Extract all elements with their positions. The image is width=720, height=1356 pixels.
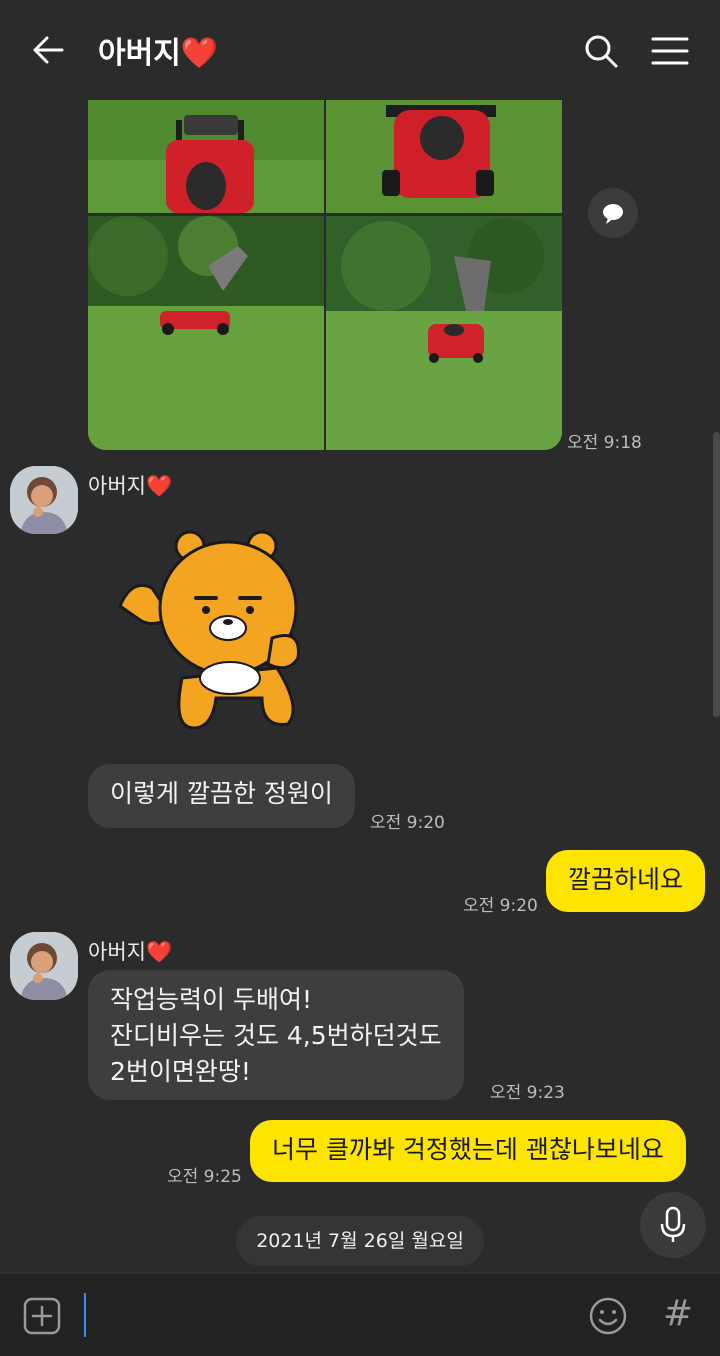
- photo-lawnmower-1[interactable]: [88, 100, 324, 213]
- avatar[interactable]: [10, 466, 78, 534]
- input-bar: #: [0, 1274, 720, 1356]
- search-button[interactable]: [582, 32, 620, 70]
- speech-bubble-icon: [603, 204, 623, 224]
- share-button[interactable]: [588, 188, 638, 238]
- message-text: 이렇게 깔끔한 정원이: [110, 779, 333, 808]
- heart-icon: ❤️: [145, 474, 173, 498]
- sender-name-text: 아버지: [88, 474, 146, 498]
- microphone-icon: [660, 1206, 686, 1242]
- message-timestamp: 오전 9:20: [463, 896, 538, 916]
- hashtag-button[interactable]: #: [660, 1294, 696, 1334]
- outgoing-message[interactable]: 너무 클까봐 걱정했는데 괜찮나보네요: [250, 1120, 686, 1182]
- sender-name: 아버지❤️: [88, 936, 172, 966]
- date-divider: 2021년 7월 26일 월요일: [236, 1216, 484, 1266]
- smiley-icon: [589, 1297, 627, 1335]
- chat-title-text: 아버지: [98, 36, 181, 71]
- message-timestamp: 오전 9:25: [167, 1167, 242, 1187]
- voice-button[interactable]: [640, 1192, 706, 1258]
- attach-button[interactable]: [22, 1296, 62, 1336]
- message-text-line: 잔디비우는 것도 4,5번하던것도: [110, 1021, 442, 1050]
- scrollbar[interactable]: [713, 432, 720, 717]
- heart-icon: ❤️: [180, 36, 219, 71]
- text-cursor: [84, 1293, 86, 1337]
- sender-name: 아버지❤️: [88, 470, 172, 500]
- incoming-message[interactable]: 이렇게 깔끔한 정원이: [88, 764, 355, 828]
- message-timestamp: 오전 9:23: [490, 1083, 565, 1103]
- plus-square-icon: [23, 1297, 61, 1335]
- message-text: 깔끔하네요: [568, 865, 684, 894]
- message-text-line: 작업능력이 두배여!: [110, 985, 312, 1014]
- photo-lawnmower-3[interactable]: [88, 216, 324, 450]
- ryan-bear-sticker[interactable]: [112, 528, 312, 738]
- search-icon: [585, 35, 618, 68]
- avatar[interactable]: [10, 932, 78, 1000]
- arrow-left-icon: [33, 36, 64, 64]
- message-text-line: 2번이면완땅!: [110, 1057, 251, 1086]
- chat-header: 아버지❤️: [0, 0, 720, 100]
- menu-button[interactable]: [650, 32, 690, 70]
- chat-title: 아버지❤️: [98, 28, 218, 72]
- photo-lawnmower-4[interactable]: [326, 216, 562, 450]
- photo-lawnmower-2[interactable]: [326, 100, 562, 213]
- message-timestamp: 오전 9:20: [370, 813, 445, 833]
- sender-name-text: 아버지: [88, 940, 146, 964]
- back-button[interactable]: [28, 30, 68, 70]
- emoji-button[interactable]: [588, 1296, 628, 1336]
- incoming-message[interactable]: 작업능력이 두배여! 잔디비우는 것도 4,5번하던것도 2번이면완땅!: [88, 970, 464, 1100]
- outgoing-message[interactable]: 깔끔하네요: [546, 850, 706, 912]
- heart-icon: ❤️: [145, 940, 173, 964]
- message-text: 너무 클까봐 걱정했는데 괜찮나보네요: [272, 1135, 664, 1164]
- hamburger-menu-icon: [651, 37, 689, 65]
- photo-timestamp: 오전 9:18: [567, 433, 642, 453]
- message-input[interactable]: [92, 1288, 562, 1342]
- photo-grid[interactable]: [88, 100, 562, 450]
